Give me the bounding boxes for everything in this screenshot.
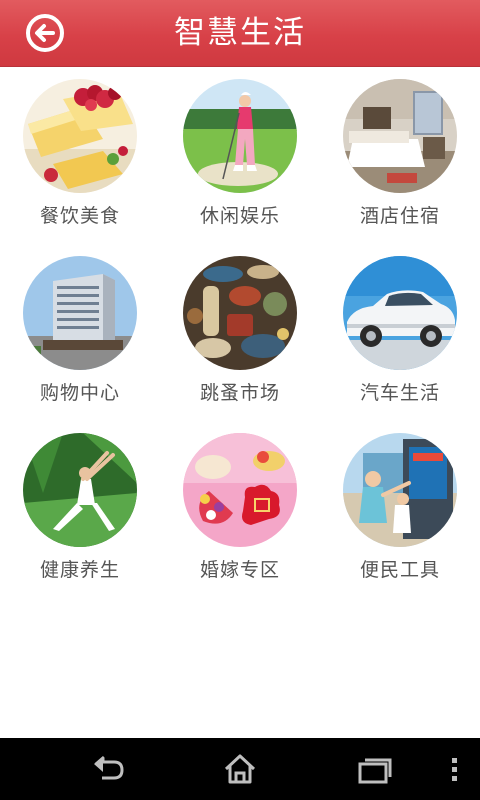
antiques-collection-photo <box>183 256 297 370</box>
yoga-woman-photo <box>23 433 137 547</box>
kiosk-children-photo <box>343 433 457 547</box>
nav-home-button[interactable] <box>212 738 268 800</box>
category-tile-health[interactable]: 健康养生 <box>0 421 160 599</box>
category-tile-flea-market[interactable]: 跳蚤市场 <box>160 244 320 422</box>
wedding-candy-box-photo <box>183 433 297 547</box>
category-label: 休闲娱乐 <box>199 205 280 227</box>
nav-back-icon <box>94 756 124 780</box>
category-label: 便民工具 <box>359 559 440 581</box>
page-title: 智慧生活 <box>174 15 306 51</box>
app-screen: 智慧生活 餐饮美食 休闲娱乐 酒店住宿 购物中心 跳蚤市场 汽车生活 健康养生 … <box>0 0 480 800</box>
category-label: 健康养生 <box>39 559 120 581</box>
category-label: 购物中心 <box>39 382 120 404</box>
nav-home-icon <box>224 754 256 784</box>
category-label: 餐饮美食 <box>39 205 120 227</box>
nav-back-button[interactable] <box>80 738 136 800</box>
nav-overflow-menu-button[interactable] <box>440 738 470 800</box>
system-nav-bar <box>0 738 480 800</box>
cake-dessert-photo <box>23 79 137 193</box>
category-label: 酒店住宿 <box>359 205 440 227</box>
category-tile-leisure[interactable]: 休闲娱乐 <box>160 67 320 245</box>
nav-recent-apps-button[interactable] <box>346 738 402 800</box>
category-label: 婚嫁专区 <box>199 559 280 581</box>
hotel-room-photo <box>343 79 457 193</box>
nav-recent-apps-icon <box>358 758 392 784</box>
category-tile-shopping[interactable]: 购物中心 <box>0 244 160 422</box>
category-tile-wedding[interactable]: 婚嫁专区 <box>160 421 320 599</box>
category-tile-auto[interactable]: 汽车生活 <box>320 244 480 422</box>
category-label: 汽车生活 <box>359 382 440 404</box>
category-tile-tools[interactable]: 便民工具 <box>320 421 480 599</box>
category-tile-food[interactable]: 餐饮美食 <box>0 67 160 245</box>
nav-overflow-menu-icon <box>452 758 457 781</box>
category-label: 跳蚤市场 <box>199 382 280 404</box>
office-building-photo <box>23 256 137 370</box>
golfer-photo <box>183 79 297 193</box>
top-bar: 智慧生活 <box>0 0 480 67</box>
white-car-photo <box>343 256 457 370</box>
category-tile-hotel[interactable]: 酒店住宿 <box>320 67 480 245</box>
